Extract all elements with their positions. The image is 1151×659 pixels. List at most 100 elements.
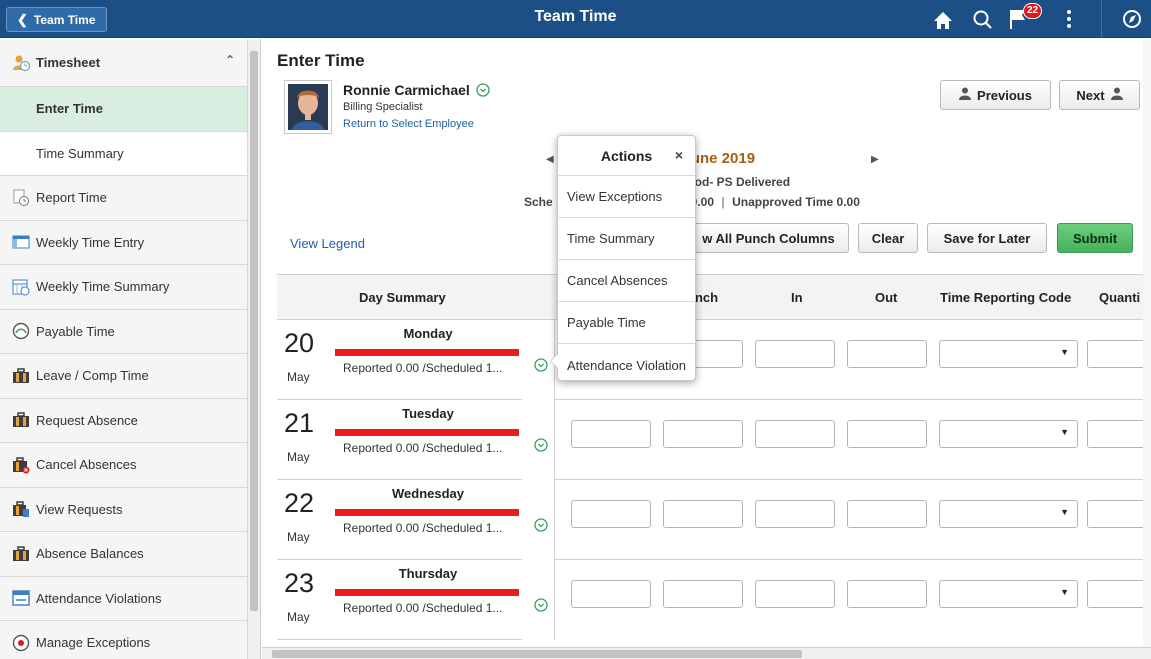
dropdown-arrow-icon: ▼ — [1060, 427, 1069, 437]
sidebar-scrollbar-thumb[interactable] — [250, 51, 258, 611]
home-icon[interactable] — [930, 0, 956, 38]
time-reporting-code-select[interactable]: ▼ — [939, 580, 1078, 608]
sidebar-item-cancel-absences[interactable]: Cancel Absences — [0, 443, 247, 488]
chevron-up-icon[interactable]: ⌃ — [225, 53, 235, 67]
in-time-input[interactable] — [755, 580, 835, 608]
main-content: Enter Time Ronnie Carmichael Billing Spe… — [262, 39, 1151, 647]
column-divider — [554, 560, 555, 640]
show-all-punch-columns-button[interactable]: w All Punch Columns — [688, 223, 849, 253]
sidebar-item-attendance-violations[interactable]: Attendance Violations — [0, 577, 247, 621]
punch-input[interactable] — [571, 580, 651, 608]
main-horizontal-scrollbar[interactable] — [262, 647, 1151, 659]
actions-popup-header: Actions × — [558, 136, 695, 176]
next-button[interactable]: Next — [1059, 80, 1140, 110]
navbar-compass-icon[interactable] — [1101, 0, 1151, 38]
previous-period-arrow[interactable]: ◀ — [546, 154, 554, 165]
previous-button[interactable]: Previous — [940, 80, 1051, 110]
sidebar-item-enter-time[interactable]: Enter Time — [0, 87, 247, 132]
sidebar-section-timesheet[interactable]: Timesheet ⌃ — [0, 39, 247, 87]
next-period-arrow[interactable]: ▶ — [871, 154, 879, 165]
timesheet-icon — [12, 54, 30, 72]
sidebar-item-label: Absence Balances — [36, 546, 144, 562]
quantity-input[interactable] — [1087, 500, 1151, 528]
punch-input[interactable] — [571, 420, 651, 448]
time-reporting-code-select[interactable]: ▼ — [939, 500, 1078, 528]
notification-count-badge: 22 — [1023, 3, 1043, 19]
time-reporting-code-select[interactable]: ▼ — [939, 340, 1078, 368]
payable-time-icon — [12, 322, 30, 340]
close-icon[interactable]: × — [675, 147, 683, 163]
day-number: 22 — [284, 488, 315, 518]
action-payable-time[interactable]: Payable Time — [558, 302, 695, 344]
out-time-input[interactable] — [847, 420, 927, 448]
sidebar-item-weekly-time-summary[interactable]: Weekly Time Summary — [0, 265, 247, 310]
column-header-quantity: Quanti — [1099, 290, 1141, 305]
submit-button[interactable]: Submit — [1057, 223, 1133, 253]
sidebar-item-request-absence[interactable]: Request Absence — [0, 399, 247, 443]
day-number: 21 — [284, 408, 315, 438]
notification-flag-icon[interactable]: 22 — [1005, 0, 1043, 38]
weekly-time-summary-icon — [12, 278, 30, 296]
sidebar-item-view-requests[interactable]: View Requests — [0, 488, 247, 532]
row-actions-chevron-icon[interactable] — [534, 358, 548, 375]
sidebar-item-payable-time[interactable]: Payable Time — [0, 310, 247, 354]
briefcase-icon — [12, 367, 30, 385]
horizontal-scrollbar-thumb[interactable] — [272, 650, 802, 658]
search-icon[interactable] — [970, 0, 996, 38]
main-vertical-scrollbar[interactable] — [1143, 39, 1151, 647]
punch-input[interactable] — [663, 420, 743, 448]
save-for-later-button[interactable]: Save for Later — [927, 223, 1047, 253]
action-view-exceptions[interactable]: View Exceptions — [558, 176, 695, 218]
row-actions-chevron-icon[interactable] — [534, 438, 548, 455]
status-bar — [335, 589, 519, 596]
next-button-label: Next — [1076, 87, 1105, 103]
table-row: 22 May Wednesday Reported 0.00 /Schedule… — [277, 480, 1151, 560]
out-time-input[interactable] — [847, 500, 927, 528]
time-entry-grid: Day Summary unch In Out Time Reporting C… — [277, 274, 1151, 647]
day-name: Wednesday — [391, 486, 464, 501]
action-attendance-violation[interactable]: Attendance Violation — [558, 344, 695, 386]
sidebar-item-leave-comp-time[interactable]: Leave / Comp Time — [0, 354, 247, 399]
in-time-input[interactable] — [755, 500, 835, 528]
sidebar-item-weekly-time-entry[interactable]: Weekly Time Entry — [0, 221, 247, 265]
return-to-select-employee-link[interactable]: Return to Select Employee — [343, 118, 474, 130]
clear-button[interactable]: Clear — [858, 223, 918, 253]
out-time-input[interactable] — [847, 340, 927, 368]
briefcase-cancel-icon — [12, 456, 30, 474]
sidebar-item-time-summary[interactable]: Time Summary — [0, 131, 247, 176]
in-time-input[interactable] — [755, 420, 835, 448]
sidebar-item-report-time[interactable]: Report Time — [0, 176, 247, 221]
row-actions-chevron-icon[interactable] — [534, 518, 548, 535]
quantity-input[interactable] — [1087, 340, 1151, 368]
quantity-input[interactable] — [1087, 580, 1151, 608]
day-month: May — [287, 450, 310, 464]
punch-input[interactable] — [663, 580, 743, 608]
row-actions-chevron-icon[interactable] — [534, 598, 548, 615]
app-header: ❮ Team Time Team Time 22 — [0, 0, 1151, 38]
action-time-summary[interactable]: Time Summary — [558, 218, 695, 260]
time-reporting-code-select[interactable]: ▼ — [939, 420, 1078, 448]
day-number: 20 — [284, 328, 315, 358]
view-legend-link[interactable]: View Legend — [290, 236, 365, 251]
day-summary-cell: 20 May Monday Reported 0.00 /Scheduled 1… — [277, 320, 522, 400]
day-number: 23 — [284, 568, 315, 598]
sidebar-scrollbar[interactable] — [248, 39, 261, 659]
totals-divider: | — [721, 195, 725, 209]
sidebar-item-label: Leave / Comp Time — [36, 368, 149, 384]
exceptions-icon — [12, 634, 30, 652]
quantity-input[interactable] — [1087, 420, 1151, 448]
sidebar-item-absence-balances[interactable]: Absence Balances — [0, 532, 247, 577]
in-time-input[interactable] — [755, 340, 835, 368]
sidebar-item-manage-exceptions[interactable]: Manage Exceptions — [0, 621, 247, 659]
sidebar-item-label: Cancel Absences — [36, 457, 137, 473]
report-time-icon — [12, 189, 30, 207]
chevron-down-circle-icon[interactable] — [476, 83, 490, 100]
more-actions-icon[interactable] — [1059, 0, 1079, 38]
punch-input[interactable] — [571, 500, 651, 528]
schedule-period-text: eriod- PS Delivered — [680, 175, 791, 189]
punch-input[interactable] — [663, 500, 743, 528]
out-time-input[interactable] — [847, 580, 927, 608]
action-cancel-absences[interactable]: Cancel Absences — [558, 260, 695, 302]
sidebar-item-label: Report Time — [36, 190, 107, 206]
day-summary-cell: 21 May Tuesday Reported 0.00 /Scheduled … — [277, 400, 522, 480]
